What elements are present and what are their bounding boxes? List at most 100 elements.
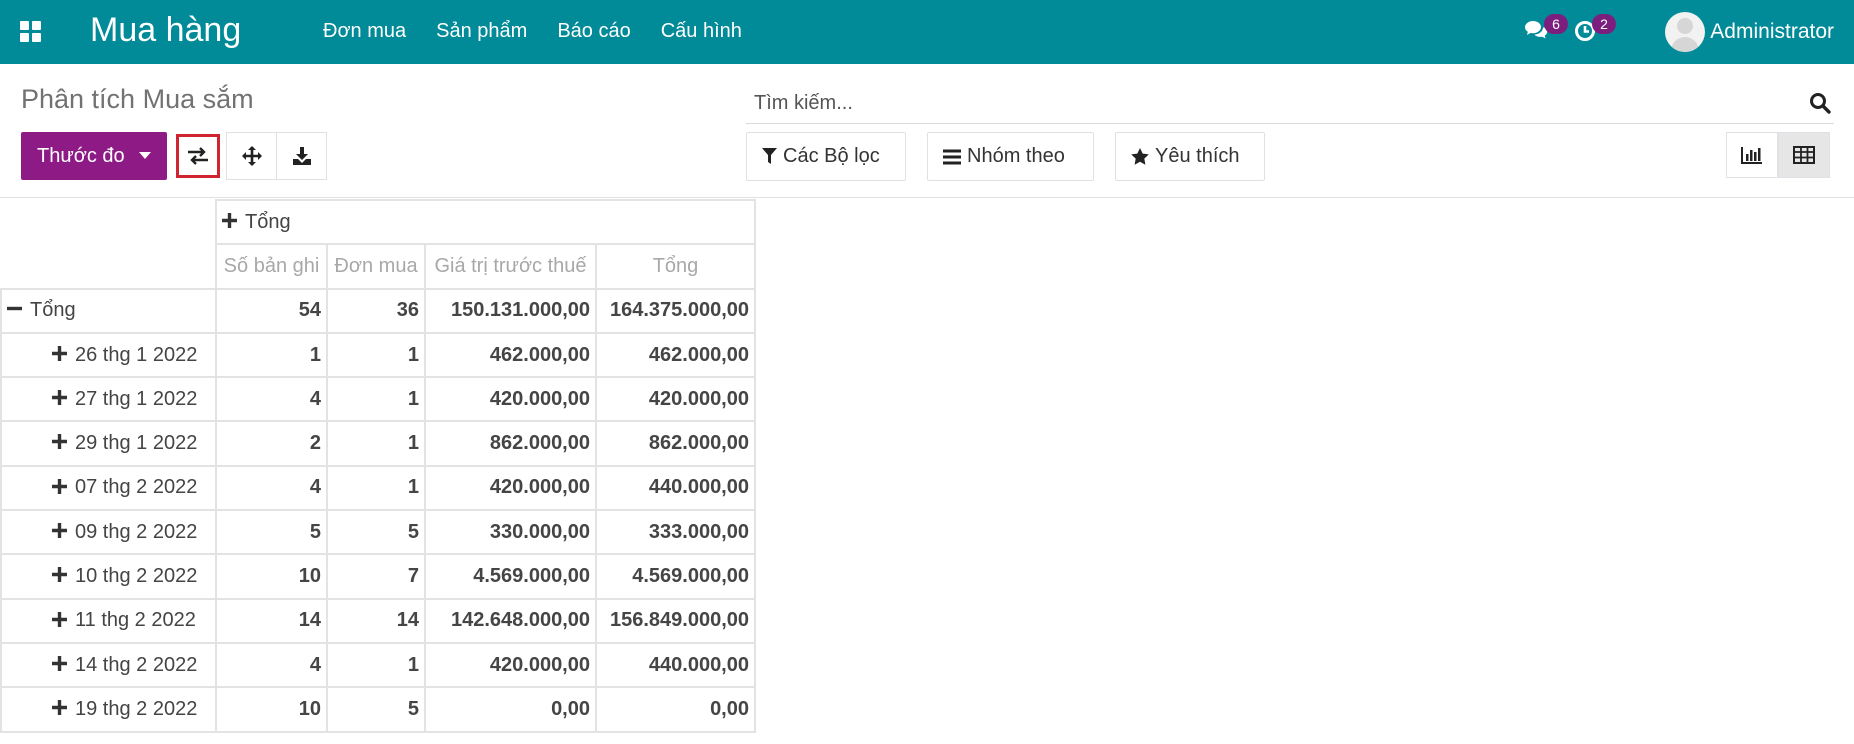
cell-value[interactable]: 4.569.000,00 [595, 553, 756, 600]
cell-value[interactable]: 862.000,00 [595, 420, 756, 467]
control-panel: Phân tích Mua sắm Thước đo Các B [0, 64, 1854, 198]
cell-value[interactable]: 1 [326, 376, 426, 423]
row-header[interactable]: 09 thg 2 2022 [0, 509, 217, 556]
cell-value[interactable]: 142.648.000,00 [424, 597, 597, 644]
view-switcher [1726, 132, 1830, 178]
cell-value[interactable]: 462.000,00 [424, 331, 597, 379]
cell-value[interactable]: 164.375.000,00 [595, 287, 756, 334]
exchange-arrows-icon [188, 147, 208, 165]
column-header-total[interactable]: Tổng [215, 198, 756, 246]
plus-icon [52, 478, 67, 494]
messaging-button[interactable]: 6 [1524, 14, 1568, 43]
cell-value[interactable]: 150.131.000,00 [424, 287, 597, 334]
menu-item-purchase-orders[interactable]: Đơn mua [308, 0, 421, 64]
row-header[interactable]: 07 thg 2 2022 [0, 464, 217, 512]
download-icon [292, 147, 311, 165]
cell-value[interactable]: 5 [326, 686, 426, 733]
cell-value[interactable]: 420.000,00 [595, 376, 756, 423]
cell-value[interactable]: 4 [215, 376, 328, 423]
filters-button[interactable]: Các Bộ lọc [746, 132, 906, 181]
cell-value[interactable]: 1 [326, 641, 426, 689]
table-row: 27 thg 1 2022 4 1 420.000,00 420.000,00 [0, 376, 756, 423]
cell-value[interactable]: 420.000,00 [424, 641, 597, 689]
pivot-content: Tổng Số bản ghi Đơn mua Giá trị trước th… [0, 198, 1854, 744]
cell-value[interactable]: 462.000,00 [595, 331, 756, 379]
row-header[interactable]: 27 thg 1 2022 [0, 376, 217, 423]
cell-value[interactable]: 440.000,00 [595, 641, 756, 689]
row-header[interactable]: 19 thg 2 2022 [0, 686, 217, 733]
activities-button[interactable]: 2 [1574, 14, 1616, 43]
table-icon [1793, 146, 1815, 164]
cell-value[interactable]: 14 [326, 597, 426, 644]
plus-icon [222, 212, 237, 228]
menu-item-products[interactable]: Sản phẩm [421, 0, 542, 64]
plus-icon [52, 390, 67, 406]
group-by-label: Nhóm theo [967, 145, 1065, 167]
cell-value[interactable]: 333.000,00 [595, 509, 756, 556]
cell-value[interactable]: 420.000,00 [424, 464, 597, 512]
row-label: Tổng [30, 299, 76, 322]
cell-value[interactable]: 4.569.000,00 [424, 553, 597, 600]
row-label: 19 thg 2 2022 [75, 697, 198, 720]
row-header[interactable]: 14 thg 2 2022 [0, 641, 217, 689]
column-header-label: Tổng [245, 210, 291, 233]
bars-icon [943, 149, 961, 164]
row-label: 10 thg 2 2022 [75, 565, 198, 588]
search-icon[interactable] [1808, 91, 1832, 115]
cell-value[interactable]: 54 [215, 287, 328, 334]
cell-value[interactable]: 1 [326, 331, 426, 379]
table-row-total: Tổng 54 36 150.131.000,00 164.375.000,00 [0, 287, 756, 334]
measure-header-orders[interactable]: Đơn mua [326, 243, 426, 290]
cell-value[interactable]: 1 [326, 420, 426, 467]
cell-value[interactable]: 10 [215, 686, 328, 733]
row-header[interactable]: 29 thg 1 2022 [0, 420, 217, 467]
cell-value[interactable]: 156.849.000,00 [595, 597, 756, 644]
cell-value[interactable]: 0,00 [424, 686, 597, 733]
cell-value[interactable]: 5 [326, 509, 426, 556]
measure-header-total[interactable]: Tổng [595, 243, 756, 290]
cell-value[interactable]: 36 [326, 287, 426, 334]
cell-value[interactable]: 2 [215, 420, 328, 467]
cell-value[interactable]: 14 [215, 597, 328, 644]
row-header-total[interactable]: Tổng [0, 287, 217, 334]
download-xlsx-button[interactable] [276, 132, 327, 180]
favorites-button[interactable]: Yêu thích [1115, 132, 1265, 181]
expand-all-button[interactable] [226, 132, 277, 180]
cell-value[interactable]: 4 [215, 641, 328, 689]
cell-value[interactable]: 4 [215, 464, 328, 512]
measure-header-count[interactable]: Số bản ghi [215, 243, 328, 290]
user-name: Administrator [1710, 20, 1834, 43]
menu-item-reporting[interactable]: Báo cáo [542, 0, 645, 64]
search-input[interactable] [746, 84, 1786, 122]
measures-dropdown-button[interactable]: Thước đo [21, 132, 167, 180]
app-brand[interactable]: Mua hàng [90, 8, 241, 52]
apps-menu-icon[interactable] [20, 21, 44, 43]
cell-value[interactable]: 5 [215, 509, 328, 556]
avatar [1665, 12, 1706, 52]
row-header[interactable]: 11 thg 2 2022 [0, 597, 217, 644]
row-header[interactable]: 10 thg 2 2022 [0, 553, 217, 600]
cell-value[interactable]: 440.000,00 [595, 464, 756, 512]
cell-value[interactable]: 7 [326, 553, 426, 600]
row-header[interactable]: 26 thg 1 2022 [0, 331, 217, 379]
pivot-view-button[interactable] [1778, 132, 1830, 178]
table-row: 14 thg 2 2022 4 1 420.000,00 440.000,00 [0, 641, 756, 689]
cell-value[interactable]: 10 [215, 553, 328, 600]
row-label: 14 thg 2 2022 [75, 653, 198, 676]
graph-view-button[interactable] [1726, 132, 1778, 178]
filters-label: Các Bộ lọc [783, 145, 880, 167]
cell-value[interactable]: 0,00 [595, 686, 756, 733]
measures-label: Thước đo [37, 144, 125, 167]
flip-axis-button[interactable] [176, 134, 220, 178]
cell-value[interactable]: 1 [326, 464, 426, 512]
group-by-button[interactable]: Nhóm theo [927, 132, 1094, 181]
plus-icon [52, 522, 67, 538]
cell-value[interactable]: 420.000,00 [424, 376, 597, 423]
plus-icon [52, 345, 67, 361]
cell-value[interactable]: 330.000,00 [424, 509, 597, 556]
cell-value[interactable]: 862.000,00 [424, 420, 597, 467]
measure-header-untaxed[interactable]: Giá trị trước thuế [424, 243, 597, 290]
user-menu[interactable]: Administrator [1665, 0, 1850, 64]
cell-value[interactable]: 1 [215, 331, 328, 379]
menu-item-configuration[interactable]: Cấu hình [646, 0, 757, 64]
